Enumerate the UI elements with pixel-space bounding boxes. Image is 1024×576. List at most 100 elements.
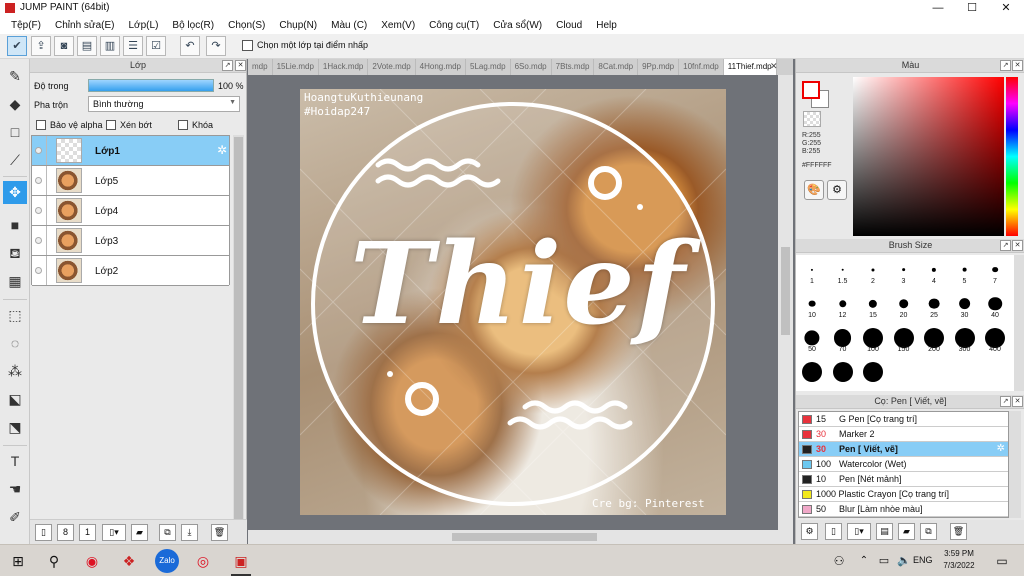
menu-filter[interactable]: Bộ lọc(R) — [165, 17, 221, 34]
list-icon[interactable]: ☰ — [123, 36, 143, 56]
panel-popout-icon[interactable]: ↗ — [1000, 60, 1011, 71]
windows-start-icon[interactable]: ⊞ — [6, 549, 30, 573]
transparent-color-swatch[interactable] — [803, 111, 821, 127]
canvas-workspace[interactable]: HoangtuKuthieunang #Hoidap247 Thief Cre … — [248, 75, 778, 530]
move-tool-icon[interactable]: ✥ — [3, 181, 27, 204]
tab-document[interactable]: 15Lie.mdp — [273, 59, 319, 75]
checklist-icon[interactable]: ☑ — [146, 36, 166, 56]
opera-icon[interactable]: ◉ — [80, 549, 104, 573]
brush-size-cell[interactable]: 12 — [828, 291, 858, 319]
color-swatches[interactable] — [802, 81, 830, 109]
brush-size-cell[interactable]: 150 — [889, 325, 919, 353]
bucket-tool-icon[interactable]: ⛾ — [3, 242, 27, 265]
palette-settings-icon[interactable]: ⚙ — [827, 180, 847, 200]
notification-icon[interactable]: ▭ — [990, 549, 1014, 573]
pick-layer-checkbox[interactable] — [242, 40, 253, 51]
layer-scrollbar[interactable] — [233, 135, 244, 543]
tab-document[interactable]: 5Lag.mdp — [466, 59, 511, 75]
close-button[interactable]: ✕ — [989, 0, 1023, 17]
menu-tools[interactable]: Công cụ(T) — [422, 17, 486, 34]
menu-select[interactable]: Chọn(S) — [221, 17, 272, 34]
brush-size-cell[interactable]: 200 — [919, 325, 949, 353]
duplicate-brush-icon[interactable]: ⧉ — [920, 523, 937, 540]
tab-document[interactable]: 4Hong.mdp — [416, 59, 466, 75]
layer-row[interactable]: Lớp4 — [32, 196, 229, 226]
clock-date[interactable]: 7/3/2022 — [940, 561, 978, 570]
visibility-icon[interactable] — [35, 237, 42, 244]
brush-size-cell[interactable]: 10 — [797, 291, 827, 319]
panel-close-icon[interactable]: ✕ — [1012, 396, 1023, 407]
new-brush-icon[interactable]: ▯ — [825, 523, 842, 540]
brush-size-cell[interactable]: 100 — [858, 325, 888, 353]
text-tool-icon[interactable]: T — [3, 450, 27, 473]
gear-icon[interactable]: ✲ — [217, 143, 227, 157]
menu-color[interactable]: Màu (C) — [324, 17, 374, 34]
panel-popout-icon[interactable]: ↗ — [1000, 396, 1011, 407]
brush-list-item[interactable]: 30 Pen [ Viết, vẽ] ✲ — [799, 442, 1008, 457]
brush-size-cell[interactable]: 70 — [828, 325, 858, 353]
gradient-tool-icon[interactable]: ▦ — [3, 270, 27, 293]
new-layer-icon[interactable]: ▯ — [35, 524, 52, 541]
menu-help[interactable]: Help — [589, 17, 624, 34]
tab-document[interactable]: 1Hack.mdp — [319, 59, 369, 75]
new-1bit-layer-icon[interactable]: 1 — [79, 524, 96, 541]
add-brush-menu-icon[interactable]: ▯▾ — [847, 523, 871, 540]
cloud-sync-icon[interactable]: ✔ — [7, 36, 27, 56]
shape-tool-icon[interactable]: □ — [3, 121, 27, 144]
chat-icon[interactable]: ▤ — [77, 36, 97, 56]
brush-page-icon[interactable]: ▤ — [876, 523, 893, 540]
eraser-tool-icon[interactable]: ◆ — [3, 93, 27, 116]
tab-document[interactable]: 6So.mdp — [511, 59, 552, 75]
lock-checkbox[interactable] — [178, 120, 188, 130]
trash-icon[interactable]: 🗑 — [211, 524, 228, 541]
panel-popout-icon[interactable]: ↗ — [1000, 240, 1011, 251]
brush-size-cell[interactable]: 20 — [889, 291, 919, 319]
foreground-color-swatch[interactable] — [802, 81, 820, 99]
layer-row[interactable]: Lớp3 — [32, 226, 229, 256]
brush-size-cell[interactable]: 25 — [919, 291, 949, 319]
menu-capture[interactable]: Chụp(N) — [272, 17, 324, 34]
tab-close-icon[interactable]: ✕ — [770, 61, 778, 72]
opera-gx-icon[interactable]: ◎ — [191, 549, 215, 573]
undo-icon[interactable]: ↶ — [180, 36, 200, 56]
zalo-icon[interactable]: Zalo — [155, 549, 179, 573]
clipping-checkbox[interactable] — [106, 120, 116, 130]
tab-document[interactable]: mdp — [248, 59, 273, 75]
menu-layer[interactable]: Lớp(L) — [122, 17, 166, 34]
rect-select-tool-icon[interactable]: ⬚ — [3, 304, 27, 327]
brush-size-cell[interactable]: 4 — [919, 257, 949, 285]
panel-close-icon[interactable]: ✕ — [235, 60, 246, 71]
merge-layer-icon[interactable]: ⤓ — [181, 524, 198, 541]
comment-icon[interactable]: ◙ — [54, 36, 74, 56]
layer-row[interactable]: Lớp1 ✲ — [32, 136, 229, 166]
brush-size-cell[interactable] — [797, 359, 827, 387]
brush-size-cell[interactable]: 1.5 — [828, 257, 858, 285]
tab-document[interactable]: 9Pp.mdp — [638, 59, 680, 75]
layer-row[interactable]: Lớp5 — [32, 166, 229, 196]
brush-size-cell[interactable]: 300 — [950, 325, 980, 353]
brush-list-scrollbar[interactable] — [1009, 411, 1021, 518]
brush-settings-icon[interactable]: ⚙ — [801, 523, 818, 540]
lasso-select-tool-icon[interactable]: ◌ — [3, 332, 27, 355]
brush-list-item[interactable]: 10001000 Plastic Crayon [Cọ trang trí] — [799, 487, 1008, 502]
minimize-button[interactable]: — — [921, 0, 955, 17]
brush-size-cell[interactable]: 30 — [950, 291, 980, 319]
panel-close-icon[interactable]: ✕ — [1012, 60, 1023, 71]
brush-size-scrollbar[interactable] — [1014, 255, 1024, 391]
blend-mode-select[interactable]: Bình thường ▼ — [88, 96, 240, 112]
palette-icon[interactable]: 🎨 — [804, 180, 824, 200]
tab-document[interactable]: 10fnf.mdp — [679, 59, 724, 75]
brush-list-item[interactable]: 100 Watercolor (Wet) — [799, 457, 1008, 472]
add-layer-menu-icon[interactable]: ▯▾ — [102, 524, 126, 541]
brush-size-cell[interactable] — [828, 359, 858, 387]
app-icon[interactable]: ❖ — [117, 549, 141, 573]
layer-row[interactable]: Lớp2 — [32, 256, 229, 286]
folder-icon[interactable]: ▰ — [131, 524, 148, 541]
brush-list-item[interactable]: 10 Pen [Nét mảnh] — [799, 472, 1008, 487]
menu-view[interactable]: Xem(V) — [374, 17, 422, 34]
page-icon[interactable]: ▥ — [100, 36, 120, 56]
menu-cloud[interactable]: Cloud — [549, 17, 589, 34]
panel-popout-icon[interactable]: ↗ — [222, 60, 233, 71]
folder-icon[interactable]: ▰ — [898, 523, 915, 540]
redo-icon[interactable]: ↷ — [206, 36, 226, 56]
